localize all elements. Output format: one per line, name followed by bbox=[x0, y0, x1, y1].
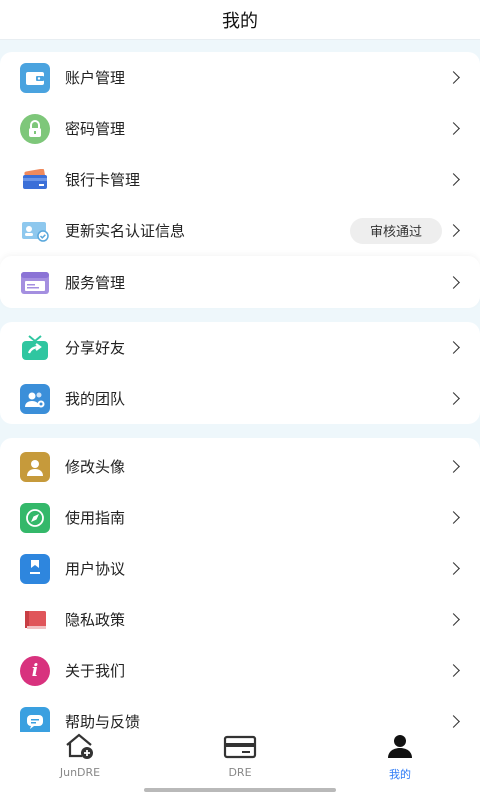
chevron-right-icon bbox=[447, 562, 460, 575]
chevron-right-icon bbox=[447, 613, 460, 626]
page-title: 我的 bbox=[222, 10, 258, 32]
menu-item-label: 修改头像 bbox=[65, 458, 126, 476]
home-indicator[interactable] bbox=[144, 788, 336, 792]
team-icon bbox=[20, 383, 50, 414]
service-card: 服务管理 bbox=[0, 256, 480, 308]
menu-item-label: 隐私政策 bbox=[65, 611, 126, 629]
menu-item-guide[interactable]: 使用指南 bbox=[0, 492, 480, 543]
menu-item-account[interactable]: 账户管理 bbox=[0, 52, 480, 103]
book-icon bbox=[20, 605, 50, 635]
menu-item-label: 用户协议 bbox=[65, 560, 126, 578]
user-icon bbox=[383, 732, 417, 764]
home-plus-icon bbox=[63, 732, 97, 764]
id-card-icon bbox=[20, 216, 50, 246]
menu-item-password[interactable]: 密码管理 bbox=[0, 103, 480, 154]
bookmark-document-icon bbox=[20, 553, 50, 584]
gift-share-icon bbox=[20, 333, 50, 363]
chevron-right-icon bbox=[447, 71, 460, 84]
menu-item-privacy[interactable]: 隐私政策 bbox=[0, 594, 480, 645]
compass-icon bbox=[20, 502, 50, 533]
menu-item-label: 服务管理 bbox=[65, 274, 126, 292]
menu-item-label: 密码管理 bbox=[65, 120, 126, 138]
bank-card-icon bbox=[20, 165, 50, 195]
menu-item-service[interactable]: 服务管理 bbox=[0, 257, 480, 308]
service-window-icon bbox=[20, 268, 50, 298]
menu-item-label: 使用指南 bbox=[65, 509, 126, 527]
page-header: 我的 bbox=[0, 0, 480, 40]
lock-icon bbox=[20, 113, 50, 144]
tab-label: 我的 bbox=[389, 768, 411, 781]
tab-dre[interactable]: DRE bbox=[180, 732, 300, 780]
chevron-right-icon bbox=[447, 664, 460, 677]
menu-item-verification[interactable]: 更新实名认证信息 审核通过 bbox=[0, 205, 480, 256]
social-group: 分享好友 我的团队 bbox=[0, 322, 480, 424]
tab-label: DRE bbox=[228, 766, 252, 779]
chevron-right-icon bbox=[447, 276, 460, 289]
menu-item-label: 关于我们 bbox=[65, 662, 126, 680]
chevron-right-icon bbox=[447, 173, 460, 186]
chevron-right-icon bbox=[447, 392, 460, 405]
misc-group: 修改头像 使用指南 用户协议 隐私政策 i 关于我们 帮助与反馈 bbox=[0, 438, 480, 732]
menu-item-label: 分享好友 bbox=[65, 339, 126, 357]
chevron-right-icon bbox=[447, 341, 460, 354]
menu-item-label: 账户管理 bbox=[65, 69, 126, 87]
chevron-right-icon bbox=[447, 460, 460, 473]
tab-mine[interactable]: 我的 bbox=[340, 732, 460, 781]
menu-item-label: 更新实名认证信息 bbox=[65, 222, 186, 240]
menu-item-user-agreement[interactable]: 用户协议 bbox=[0, 543, 480, 594]
chevron-right-icon bbox=[447, 224, 460, 237]
menu-item-avatar[interactable]: 修改头像 bbox=[0, 441, 480, 492]
tab-label: JunDRE bbox=[59, 766, 101, 779]
menu-item-help[interactable]: 帮助与反馈 bbox=[0, 696, 480, 732]
menu-item-label: 帮助与反馈 bbox=[65, 713, 141, 731]
menu-item-team[interactable]: 我的团队 bbox=[0, 373, 480, 424]
chat-icon bbox=[20, 706, 50, 732]
menu-item-bank-card[interactable]: 银行卡管理 bbox=[0, 154, 480, 205]
card-icon bbox=[223, 732, 257, 764]
menu-item-label: 银行卡管理 bbox=[65, 171, 141, 189]
chevron-right-icon bbox=[447, 122, 460, 135]
menu-item-label: 我的团队 bbox=[65, 390, 126, 408]
chevron-right-icon bbox=[447, 511, 460, 524]
status-badge: 审核通过 bbox=[349, 217, 442, 244]
info-icon: i bbox=[20, 655, 50, 686]
wallet-icon bbox=[20, 62, 50, 93]
settings-content[interactable]: 账户管理 密码管理 银行卡管理 更新实名认证信息 审核通过 服务管理 分享好友 … bbox=[0, 40, 480, 732]
avatar-icon bbox=[20, 451, 50, 482]
tab-jundre[interactable]: JunDRE bbox=[20, 732, 140, 780]
chevron-right-icon bbox=[447, 715, 460, 728]
menu-item-about[interactable]: i 关于我们 bbox=[0, 645, 480, 696]
menu-item-share[interactable]: 分享好友 bbox=[0, 322, 480, 373]
